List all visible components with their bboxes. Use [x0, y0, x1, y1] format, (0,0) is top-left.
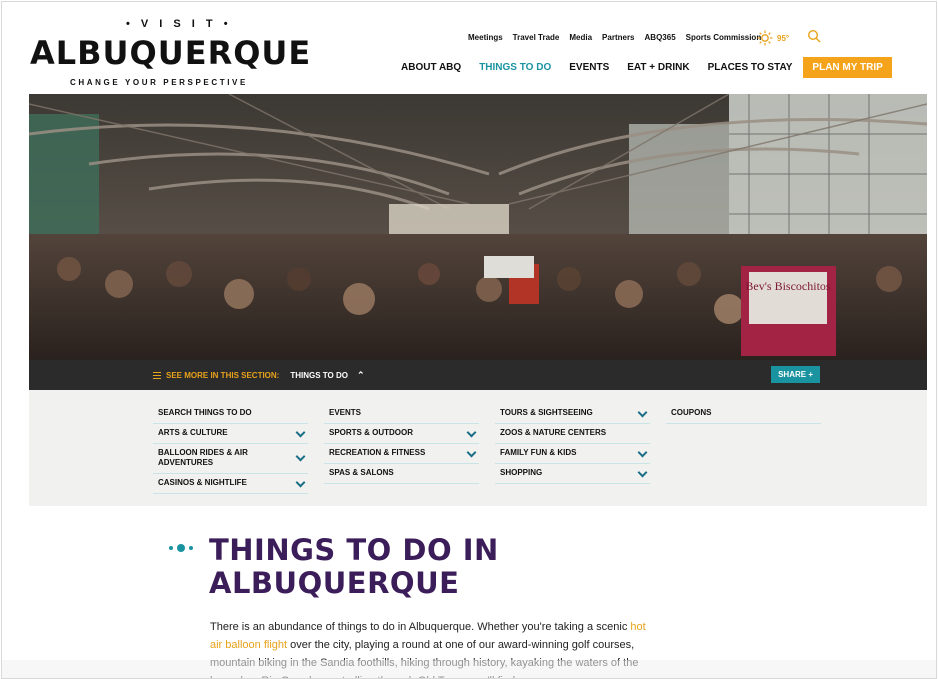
submenu-item-recreation-fitness[interactable]: RECREATION & FITNESS	[324, 444, 479, 464]
submenu-item-label: RECREATION & FITNESS	[329, 448, 426, 457]
bottom-fade	[2, 660, 936, 678]
submenu-item-label: EVENTS	[329, 408, 362, 417]
submenu-item-label: CASINOS & NIGHTLIFE	[158, 478, 247, 487]
chevron-down-icon[interactable]	[466, 447, 477, 458]
decorative-dots-icon	[169, 544, 193, 552]
page: • V I S I T • ALBUQUERQUE CHANGE YOUR PE…	[1, 1, 937, 679]
nav-events[interactable]: EVENTS	[569, 62, 609, 73]
logo-visit-text: • V I S I T •	[126, 18, 232, 30]
submenu-item-search-things-to-do[interactable]: SEARCH THINGS TO DO	[153, 404, 308, 424]
section-submenu: SEARCH THINGS TO DO ARTS & CULTURE BALLO…	[29, 390, 927, 506]
chevron-down-icon[interactable]	[637, 407, 648, 418]
site-logo[interactable]: • V I S I T • ALBUQUERQUE CHANGE YOUR PE…	[30, 16, 310, 94]
nav-about-abq[interactable]: ABOUT ABQ	[401, 62, 461, 73]
weather-widget[interactable]: 95°	[757, 30, 789, 46]
utility-link-partners[interactable]: Partners	[602, 33, 634, 42]
utility-link-travel-trade[interactable]: Travel Trade	[513, 33, 560, 42]
submenu-item-sports-outdoor[interactable]: SPORTS & OUTDOOR	[324, 424, 479, 444]
submenu-item-coupons[interactable]: COUPONS	[666, 404, 821, 424]
nav-places-to-stay[interactable]: PLACES TO STAY	[708, 62, 793, 73]
submenu-item-label: TOURS & SIGHTSEEING	[500, 408, 593, 417]
submenu-item-label: ARTS & CULTURE	[158, 428, 228, 437]
search-icon[interactable]	[807, 29, 821, 43]
submenu-item-shopping[interactable]: SHOPPING	[495, 464, 650, 484]
site-header: • V I S I T • ALBUQUERQUE CHANGE YOUR PE…	[2, 2, 936, 94]
submenu-item-label: BALLOON RIDES & AIR ADVENTURES	[158, 448, 248, 467]
submenu-item-spas-salons[interactable]: SPAS & SALONS	[324, 464, 479, 484]
chevron-down-icon[interactable]	[295, 451, 306, 462]
market-hall-photo: Bev's Biscochitos	[29, 94, 927, 360]
submenu-column-1: SEARCH THINGS TO DO ARTS & CULTURE BALLO…	[153, 404, 308, 494]
page-title-line-1: THINGS TO DO IN	[209, 533, 499, 567]
utility-link-media[interactable]: Media	[569, 33, 592, 42]
chevron-up-icon: ⌃	[356, 370, 365, 380]
submenu-item-label: SPAS & SALONS	[329, 468, 394, 477]
chevron-down-icon[interactable]	[637, 467, 648, 478]
submenu-item-label: SPORTS & OUTDOOR	[329, 428, 414, 437]
hero-image: Bev's Biscochitos	[29, 94, 927, 360]
submenu-item-tours-sightseeing[interactable]: TOURS & SIGHTSEEING	[495, 404, 650, 424]
submenu-item-events[interactable]: EVENTS	[324, 404, 479, 424]
utility-link-meetings[interactable]: Meetings	[468, 33, 503, 42]
main-nav: ABOUT ABQ THINGS TO DO EVENTS EAT + DRIN…	[401, 57, 892, 78]
submenu-item-label: FAMILY FUN & KIDS	[500, 448, 577, 457]
chevron-down-icon[interactable]	[295, 427, 306, 438]
logo-wordmark: ALBUQUERQUE	[30, 34, 312, 72]
logo-tagline: CHANGE YOUR PERSPECTIVE	[70, 78, 248, 87]
chevron-down-icon[interactable]	[295, 477, 306, 488]
share-button[interactable]: SHARE +	[771, 366, 820, 383]
nav-things-to-do[interactable]: THINGS TO DO	[479, 62, 551, 73]
see-more-label: SEE MORE IN THIS SECTION:	[166, 371, 280, 380]
menu-icon	[153, 372, 161, 379]
sun-icon	[757, 30, 773, 46]
submenu-column-4: COUPONS	[666, 404, 821, 424]
submenu-item-label: SHOPPING	[500, 468, 543, 477]
submenu-item-label: ZOOS & NATURE CENTERS	[500, 428, 607, 437]
chevron-down-icon[interactable]	[637, 447, 648, 458]
submenu-item-zoos-nature[interactable]: ZOOS & NATURE CENTERS	[495, 424, 650, 444]
section-bar: SEE MORE IN THIS SECTION: THINGS TO DO ⌃…	[29, 360, 927, 390]
utility-nav: Meetings Travel Trade Media Partners ABQ…	[468, 33, 761, 42]
submenu-item-label: SEARCH THINGS TO DO	[158, 408, 252, 417]
page-title-line-2: ALBUQUERQUE	[209, 566, 460, 600]
submenu-item-arts-culture[interactable]: ARTS & CULTURE	[153, 424, 308, 444]
submenu-column-2: EVENTS SPORTS & OUTDOOR RECREATION & FIT…	[324, 404, 479, 484]
temperature: 95°	[777, 33, 790, 43]
utility-link-abq365[interactable]: ABQ365	[645, 33, 676, 42]
submenu-item-label: COUPONS	[671, 408, 712, 417]
plan-my-trip-button[interactable]: PLAN MY TRIP	[803, 57, 892, 78]
see-more-toggle[interactable]: SEE MORE IN THIS SECTION: THINGS TO DO ⌃	[153, 370, 365, 381]
nav-eat-drink[interactable]: EAT + DRINK	[627, 62, 689, 73]
submenu-item-balloon-rides[interactable]: BALLOON RIDES & AIR ADVENTURES	[153, 444, 308, 474]
submenu-item-family-fun[interactable]: FAMILY FUN & KIDS	[495, 444, 650, 464]
main-content: THINGS TO DO IN ALBUQUERQUE There is an …	[29, 506, 927, 678]
current-section-label: THINGS TO DO	[290, 371, 348, 380]
chevron-down-icon[interactable]	[466, 427, 477, 438]
intro-text-start: There is an abundance of things to do in…	[210, 621, 631, 633]
submenu-column-3: TOURS & SIGHTSEEING ZOOS & NATURE CENTER…	[495, 404, 650, 484]
utility-link-sports-commission[interactable]: Sports Commission	[686, 33, 762, 42]
submenu-item-casinos-nightlife[interactable]: CASINOS & NIGHTLIFE	[153, 474, 308, 494]
page-title: THINGS TO DO IN ALBUQUERQUE	[209, 534, 499, 600]
